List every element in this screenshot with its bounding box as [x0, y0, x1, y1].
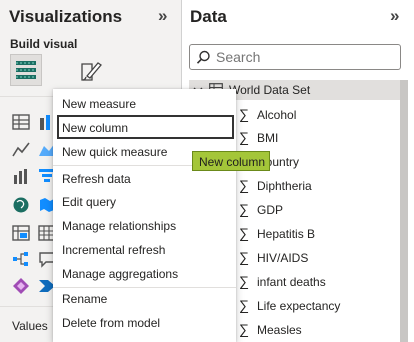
search-box[interactable] [189, 44, 401, 70]
menu-item-edit-query[interactable]: Edit query [53, 189, 236, 213]
collapse-visualizations-button[interactable]: » [158, 6, 167, 26]
menu-item-manage-relationships[interactable]: Manage relationships [53, 213, 236, 237]
sigma-icon: ∑ [239, 106, 249, 122]
sigma-icon: ∑ [239, 273, 249, 289]
field-row[interactable]: ∑ HIV/AIDS [232, 247, 402, 269]
format-visual-button[interactable] [75, 55, 107, 87]
field-row[interactable]: ∑ Measles [232, 319, 402, 341]
values-well-label: Values [12, 319, 48, 333]
map-icon[interactable] [10, 194, 32, 216]
field-name: GDP [257, 203, 284, 217]
field-row[interactable]: ∑ BMI [232, 127, 402, 149]
sigma-icon: ∑ [239, 129, 249, 145]
field-name: BMI [257, 131, 279, 145]
paintbrush-icon [81, 62, 102, 81]
dataset-name: World Data Set [229, 83, 311, 97]
search-icon [196, 50, 210, 64]
menu-item-incremental-refresh[interactable]: Incremental refresh [53, 237, 236, 261]
build-visual-button[interactable] [10, 54, 42, 86]
sigma-icon: ∑ [239, 225, 249, 241]
field-row[interactable]: ∑ Life expectancy [232, 295, 402, 317]
matrix-icon[interactable] [10, 222, 32, 244]
context-menu: New measure New column New quick measure… [53, 89, 236, 342]
field-name: HIV/AIDS [257, 251, 309, 265]
field-name: Alcohol [257, 108, 297, 122]
sigma-icon: ∑ [239, 297, 249, 313]
build-visual-icon [16, 61, 36, 79]
search-input[interactable] [216, 48, 396, 66]
visualizations-title: Visualizations [9, 7, 123, 26]
decomposition-tree-icon[interactable] [10, 248, 32, 270]
data-pane-title: Data [190, 7, 227, 26]
menu-item-rename[interactable]: Rename [53, 286, 236, 310]
sigma-icon: ∑ [239, 201, 249, 217]
collapse-data-button[interactable]: » [390, 6, 399, 26]
sigma-icon: ∑ [239, 177, 249, 193]
data-pane-scrollbar[interactable] [400, 80, 408, 342]
field-row[interactable]: ∑ Diphtheria [232, 175, 402, 197]
field-row[interactable]: ∑ Hepatitis B [232, 223, 402, 245]
field-name: Diphtheria [257, 179, 312, 193]
field-name: infant deaths [257, 275, 326, 289]
menu-item-new-measure[interactable]: New measure [53, 91, 236, 115]
sigma-icon: ∑ [239, 249, 249, 265]
field-row[interactable]: ∑ infant deaths [232, 271, 402, 293]
menu-item-delete-from-model[interactable]: Delete from model [53, 310, 236, 334]
field-name: Measles [257, 323, 302, 337]
power-apps-icon[interactable] [10, 275, 32, 297]
field-row[interactable]: ∑ Alcohol [232, 104, 402, 126]
field-name: Life expectancy [257, 299, 341, 313]
new-column-tooltip: New column [192, 151, 270, 171]
menu-item-new-column[interactable]: New column [57, 115, 234, 139]
line-chart-icon[interactable] [10, 138, 32, 160]
table-icon[interactable] [10, 111, 32, 133]
menu-item-manage-aggregations[interactable]: Manage aggregations [53, 261, 236, 285]
sigma-icon: ∑ [239, 321, 249, 337]
field-row[interactable]: ∑ GDP [232, 199, 402, 221]
build-visual-label: Build visual [10, 37, 78, 51]
column-chart-icon[interactable] [10, 165, 32, 187]
field-name: Hepatitis B [257, 227, 316, 241]
